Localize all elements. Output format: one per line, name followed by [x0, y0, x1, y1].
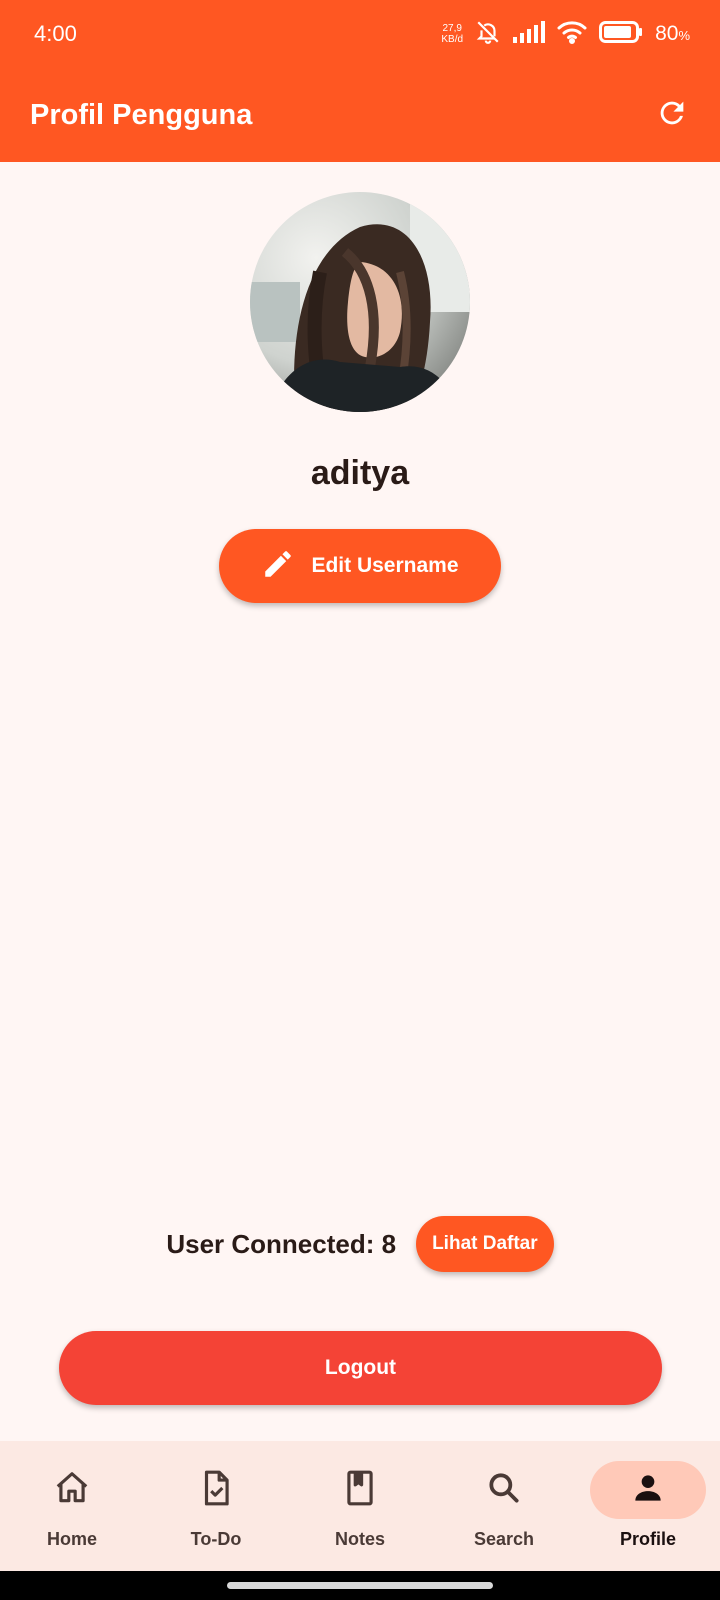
pencil-icon: [261, 547, 295, 586]
lihat-daftar-button[interactable]: Lihat Daftar: [416, 1216, 554, 1272]
home-icon: [53, 1469, 91, 1512]
edit-username-label: Edit Username: [311, 554, 459, 577]
refresh-icon: [655, 96, 689, 135]
todo-icon: [197, 1469, 235, 1512]
status-icons: 27,9 KB/d 80%: [441, 19, 690, 50]
battery-icon: [599, 20, 643, 48]
page-title: Profil Pengguna: [30, 98, 253, 131]
wifi-icon: [557, 20, 587, 49]
logout-button[interactable]: Logout: [59, 1331, 662, 1405]
nav-item-profile[interactable]: Profile: [576, 1441, 720, 1571]
nav-label: Home: [46, 1529, 97, 1549]
nav-label: Notes: [334, 1529, 385, 1549]
bell-muted-icon: [475, 19, 501, 50]
edit-username-button[interactable]: Edit Username: [219, 529, 501, 603]
search-icon: [485, 1469, 523, 1512]
nav-label: Profile: [619, 1529, 676, 1549]
nav-item-todo[interactable]: To-Do: [144, 1441, 288, 1571]
network-speed: 27,9 KB/d: [441, 23, 464, 45]
avatar: [250, 192, 470, 412]
battery-percent: 80%: [655, 22, 690, 45]
user-connected-text: User Connected: 8: [166, 1228, 397, 1259]
nav-label: To-Do: [190, 1529, 242, 1549]
status-bar: 4:00 27,9 KB/d 80%: [0, 0, 720, 68]
connection-row: User Connected: 8 Lihat Daftar: [0, 1216, 720, 1272]
nav-label: Search: [473, 1529, 535, 1549]
refresh-button[interactable]: [652, 95, 692, 135]
book-icon: [341, 1469, 379, 1512]
gesture-bar: [0, 1571, 720, 1600]
app-bar: Profil Pengguna: [0, 68, 720, 162]
nav-item-home[interactable]: Home: [0, 1441, 144, 1571]
nav-item-notes[interactable]: Notes: [288, 1441, 432, 1571]
username: aditya: [310, 454, 410, 492]
person-icon: [629, 1469, 667, 1512]
nav-item-search[interactable]: Search: [432, 1441, 576, 1571]
bottom-nav: Home To-Do Notes Search Profile: [0, 1441, 720, 1571]
home-gesture-handle[interactable]: [227, 1582, 493, 1589]
status-time: 4:00: [34, 21, 77, 46]
signal-icon: [513, 20, 546, 48]
